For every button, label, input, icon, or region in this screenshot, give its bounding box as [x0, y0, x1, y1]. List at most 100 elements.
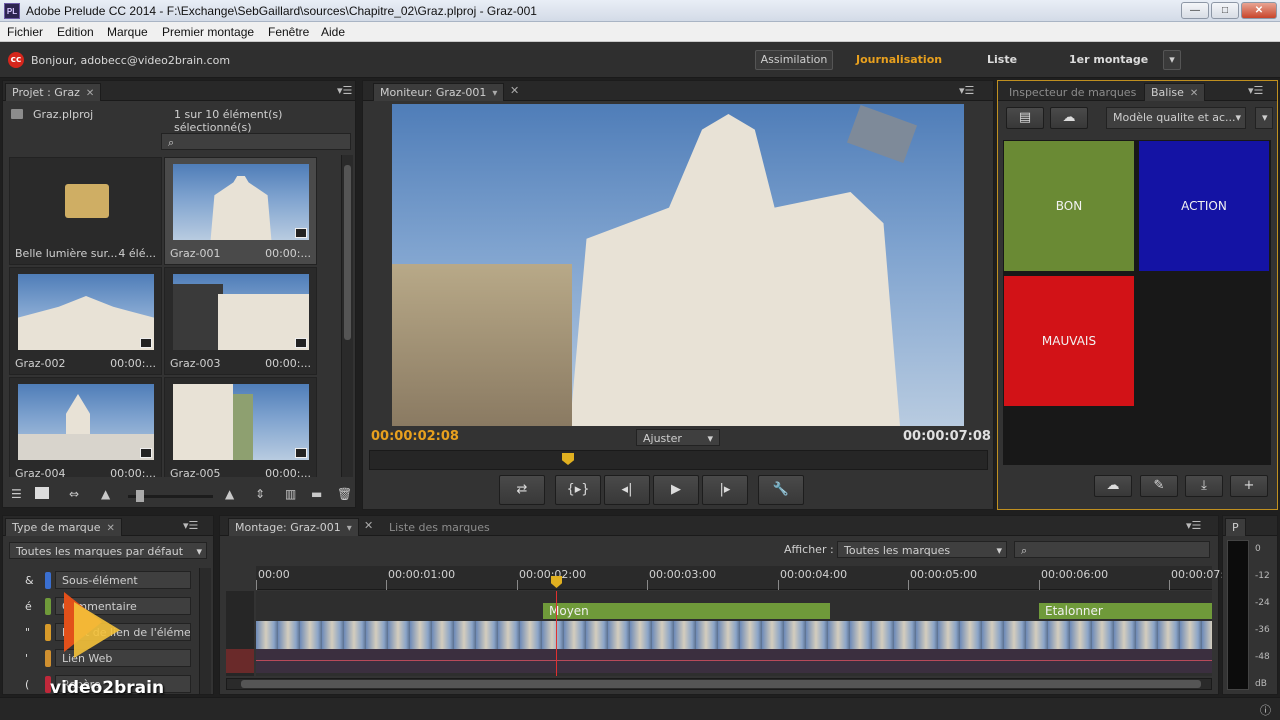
tag-mauvais[interactable]: MAUVAIS [1004, 276, 1134, 406]
new-folder-icon[interactable]: ▬ [311, 487, 322, 501]
trash-icon[interactable]: 🗑 [337, 487, 352, 501]
project-scrollbar[interactable] [341, 155, 353, 477]
settings-button[interactable]: 🔧 [758, 475, 804, 505]
project-search-input[interactable]: ⌕ [161, 133, 351, 150]
marker-type-scrollbar[interactable] [199, 568, 211, 694]
expand-icon[interactable]: ⇕ [255, 487, 265, 501]
close-icon[interactable]: ✕ [1190, 88, 1198, 99]
tab-projet[interactable]: Projet : Graz ✕ [5, 83, 102, 101]
project-item-graz-002[interactable]: Graz-002 00:00:... [9, 267, 162, 375]
thumbnail-size-slider[interactable] [128, 490, 213, 502]
marker-preset-select[interactable]: Toutes les marques par défaut ▾ [9, 542, 207, 559]
creative-cloud-icon[interactable]: cc [8, 52, 24, 68]
export-tag-button[interactable]: ⤓ [1185, 475, 1223, 497]
playhead-marker[interactable] [551, 576, 562, 588]
panel-menu-icon[interactable]: ▾☰ [959, 84, 974, 97]
slider-handle[interactable] [136, 490, 144, 502]
menu-marque[interactable]: Marque [107, 25, 148, 39]
add-tag-button[interactable]: + [1230, 475, 1268, 497]
import-template-button[interactable]: ▤ [1006, 107, 1044, 129]
panel-menu-icon[interactable]: ▾☰ [337, 84, 352, 97]
menu-premier-montage[interactable]: Premier montage [162, 25, 254, 39]
current-timecode[interactable]: 00:00:02:08 [371, 429, 459, 444]
timeline-marker[interactable]: Moyen [543, 603, 830, 619]
close-icon[interactable]: ✕ [107, 523, 115, 534]
edit-tag-button[interactable]: ✎ [1140, 475, 1178, 497]
scrubber-bar[interactable] [369, 450, 988, 470]
play-in-to-out-button[interactable]: {▸} [555, 475, 601, 505]
timeline-playhead[interactable] [556, 591, 557, 676]
assimilation-button[interactable]: Assimilation [755, 50, 833, 70]
workspace-journalisation[interactable]: Journalisation [856, 53, 942, 66]
timeline-scrollbar[interactable] [226, 678, 1212, 690]
marker-type-item[interactable]: & Sous-élément [3, 570, 199, 592]
close-icon[interactable]: ✕ [86, 88, 94, 99]
workspace-1er-montage[interactable]: 1er montage [1069, 53, 1148, 66]
scroll-thumb[interactable] [344, 165, 351, 340]
play-button[interactable]: ▶ [653, 475, 699, 505]
marker-type-label[interactable]: Sous-élément [55, 571, 191, 589]
tab-type-de-marque[interactable]: Type de marque ✕ [5, 518, 122, 536]
close-icon[interactable]: ✕ [364, 519, 373, 532]
workspace-menu-button[interactable]: ▾ [1163, 50, 1181, 70]
menu-edition[interactable]: Edition [57, 25, 94, 39]
loop-button[interactable]: ⇄ [499, 475, 545, 505]
download-icon: ⤓ [1201, 478, 1207, 493]
step-back-button[interactable]: ◂| [604, 475, 650, 505]
icon-view-icon[interactable] [35, 487, 49, 499]
sort-icon[interactable]: ⇔ [69, 487, 79, 501]
zoom-out-icon[interactable]: ▲ [101, 487, 110, 501]
cloud-upload-button[interactable]: ☁ [1094, 475, 1132, 497]
project-item-graz-001[interactable]: Graz-001 00:00:... [164, 157, 317, 265]
audio-track-clip[interactable] [256, 649, 1212, 673]
chevron-down-icon[interactable]: ▾ [347, 523, 352, 534]
tab-inspecteur-de-marques[interactable]: Inspecteur de marques [1002, 83, 1143, 101]
panel-menu-icon[interactable]: ▾☰ [1186, 519, 1201, 532]
chevron-down-icon: ▾ [1235, 111, 1241, 124]
timeline-search-input[interactable]: ⌕ [1014, 541, 1210, 558]
close-button[interactable]: ✕ [1241, 2, 1277, 19]
minimize-button[interactable]: — [1181, 2, 1209, 19]
chevron-down-icon[interactable]: ▾ [492, 88, 497, 99]
project-item-graz-004[interactable]: Graz-004 00:00:... [9, 377, 162, 477]
zoom-select-value: Ajuster [643, 432, 682, 445]
template-select[interactable]: Modèle qualite et ac... ▾ [1106, 107, 1246, 129]
bin-icon[interactable]: ▥ [285, 487, 296, 501]
project-item-folder[interactable]: Belle lumière sur... 4 élé... [9, 157, 162, 265]
close-icon[interactable]: ✕ [510, 84, 519, 97]
menu-aide[interactable]: Aide [321, 25, 345, 39]
tag-action[interactable]: ACTION [1139, 141, 1269, 271]
video-track-clip[interactable] [256, 621, 1212, 649]
panel-menu-icon[interactable]: ▾☰ [183, 519, 198, 532]
template-menu-button[interactable]: ▾ [1255, 107, 1273, 129]
step-forward-button[interactable]: |▸ [702, 475, 748, 505]
menu-fichier[interactable]: Fichier [7, 25, 43, 39]
info-icon[interactable]: ⓘ [1260, 702, 1271, 718]
tag-bon[interactable]: BON [1004, 141, 1134, 271]
afficher-select[interactable]: Toutes les marques ▾ [837, 541, 1007, 558]
ruler-label: 00:00:06:00 [1041, 568, 1109, 581]
project-item-graz-005[interactable]: Graz-005 00:00:... [164, 377, 317, 477]
zoom-in-icon[interactable]: ▲ [225, 487, 234, 501]
playhead-marker[interactable] [562, 453, 574, 465]
video-frame[interactable] [392, 104, 964, 426]
maximize-button[interactable]: □ [1211, 2, 1239, 19]
time-ruler[interactable]: 00:00 00:00:01:00 00:00:02:00 00:00:03:00 00… [256, 566, 1238, 590]
menu-fenetre[interactable]: Fenêtre [268, 25, 309, 39]
tab-liste-des-marques[interactable]: Liste des marques [382, 518, 497, 536]
workspace-liste[interactable]: Liste [987, 53, 1017, 66]
cloud-download-button[interactable]: ☁ [1050, 107, 1088, 129]
zoom-select[interactable]: Ajuster ▾ [636, 429, 720, 446]
panel-menu-icon[interactable]: ▾☰ [1248, 84, 1263, 97]
project-toolbar: ☰ ⇔ ▲ ▲ ⇕ ▥ ▬ 🗑 [3, 484, 355, 508]
list-view-icon[interactable]: ☰ [11, 487, 22, 501]
project-item-graz-003[interactable]: Graz-003 00:00:... [164, 267, 317, 375]
tab-audio-meter[interactable]: P [1225, 518, 1246, 536]
scroll-thumb[interactable] [241, 680, 1201, 688]
timeline-marker[interactable]: Etalonner [1039, 603, 1212, 619]
tab-montage[interactable]: Montage: Graz-001 ▾ [228, 518, 359, 536]
tab-moniteur[interactable]: Moniteur: Graz-001 ▾ [373, 83, 505, 101]
tab-balise[interactable]: Balise ✕ [1144, 83, 1206, 101]
marker-preset-value: Toutes les marques par défaut [16, 545, 184, 558]
timeline-tracks[interactable]: Moyen Etalonner [256, 591, 1212, 676]
